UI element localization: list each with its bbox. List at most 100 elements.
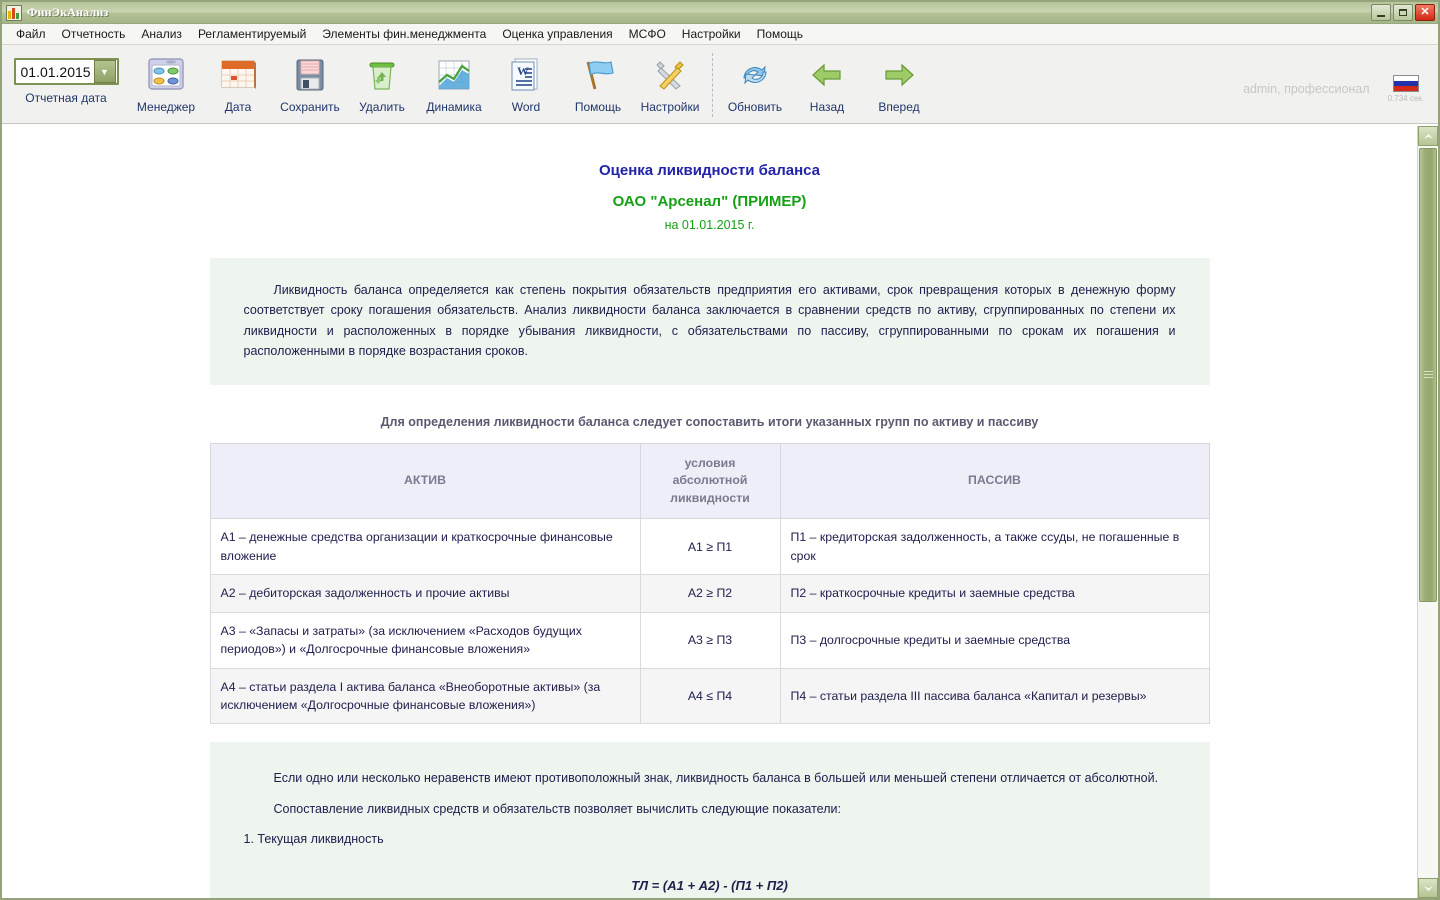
toolbar-label-help: Помощь bbox=[575, 100, 621, 114]
toolbar-button-refresh[interactable]: Обновить bbox=[719, 50, 791, 114]
toolbar-status-area: admin, профессионал 0.734 сек. bbox=[1243, 75, 1424, 103]
conclusion-box: Если одно или несколько неравенств имеют… bbox=[210, 742, 1210, 898]
tools-wrench-screwdriver-icon bbox=[650, 54, 690, 96]
note-paragraph-1: Если одно или несколько неравенств имеют… bbox=[244, 768, 1176, 788]
table-row: А4 – статьи раздела I актива баланса «Вн… bbox=[210, 668, 1209, 724]
toolbar-button-date[interactable]: Дата bbox=[202, 50, 274, 114]
page-title: Оценка ликвидности баланса bbox=[210, 162, 1210, 179]
cell-asset: А1 – денежные средства организации и кра… bbox=[210, 519, 640, 575]
minimize-icon bbox=[1377, 15, 1385, 17]
title-bar: ФинЭкАнализ ✕ bbox=[2, 2, 1438, 24]
toolbar-button-dynamics[interactable]: Динамика bbox=[418, 50, 490, 114]
table-header-row: АКТИВ условия абсолютной ликвидности ПАС… bbox=[210, 444, 1209, 519]
toolbar-button-save[interactable]: Сохранить bbox=[274, 50, 346, 114]
intro-box: Ликвидность баланса определяется как сте… bbox=[210, 258, 1210, 385]
formula-current-liquidity: ТЛ = (А1 + А2) - (П1 + П2) bbox=[244, 875, 1176, 896]
table-caption: Для определения ликвидности баланса след… bbox=[210, 415, 1210, 429]
scrollbar-grip-icon bbox=[1424, 369, 1433, 380]
app-logo-icon bbox=[6, 5, 22, 21]
language-selector[interactable]: 0.734 сек. bbox=[1388, 75, 1424, 103]
close-icon: ✕ bbox=[1420, 7, 1429, 18]
note-paragraph-2: Сопоставление ликвидных средств и обязат… bbox=[244, 799, 1176, 819]
svg-text:W: W bbox=[517, 64, 529, 78]
toolbar-button-back[interactable]: Назад bbox=[791, 50, 863, 114]
cell-condition: А1 ≥ П1 bbox=[640, 519, 780, 575]
menu-file[interactable]: Файл bbox=[8, 25, 54, 43]
application-window: ФинЭкАнализ ✕ Файл Отчетность Анализ Рег… bbox=[0, 0, 1440, 900]
toolbar-button-word[interactable]: W Word bbox=[490, 50, 562, 114]
toolbar-button-manager[interactable]: Менеджер bbox=[130, 50, 202, 114]
toolbar-button-delete[interactable]: Удалить bbox=[346, 50, 418, 114]
chart-dynamics-icon bbox=[434, 54, 474, 96]
menu-finmanagement[interactable]: Элементы фин.менеджмента bbox=[314, 25, 494, 43]
toolbar-label-settings: Настройки bbox=[641, 100, 700, 114]
header-asset: АКТИВ bbox=[210, 444, 640, 519]
toolbar-button-forward[interactable]: Вперед bbox=[863, 50, 935, 114]
menu-reporting[interactable]: Отчетность bbox=[54, 25, 134, 43]
scroll-down-button[interactable] bbox=[1418, 878, 1438, 898]
report-date-line: на 01.01.2015 г. bbox=[210, 218, 1210, 232]
toolbar-label-word: Word bbox=[512, 100, 540, 114]
report-page: Оценка ликвидности баланса ОАО "Арсенал"… bbox=[210, 126, 1210, 898]
minimize-button[interactable] bbox=[1371, 4, 1391, 21]
toolbar-label-dynamics: Динамика bbox=[426, 100, 481, 114]
russian-flag-icon bbox=[1393, 75, 1419, 92]
window-controls: ✕ bbox=[1371, 4, 1435, 21]
calendar-icon bbox=[218, 54, 258, 96]
floppy-save-icon bbox=[290, 54, 330, 96]
toolbar-button-help[interactable]: Помощь bbox=[562, 50, 634, 114]
menu-bar: Файл Отчетность Анализ Регламентируемый … bbox=[2, 24, 1438, 45]
header-condition-line-1: условия bbox=[649, 455, 772, 472]
company-name: ОАО "Арсенал" (ПРИМЕР) bbox=[210, 193, 1210, 210]
header-condition: условия абсолютной ликвидности bbox=[640, 444, 780, 519]
toolbar: ▼ Отчетная дата Менеджер bbox=[2, 45, 1438, 124]
cell-asset: А2 – дебиторская задолженность и прочие … bbox=[210, 575, 640, 612]
blue-flag-icon bbox=[578, 54, 618, 96]
maximize-icon bbox=[1399, 9, 1407, 16]
word-document-icon: W bbox=[506, 54, 546, 96]
maximize-button[interactable] bbox=[1393, 4, 1413, 21]
cell-liability: П4 – статьи раздела III пассива баланса … bbox=[780, 668, 1209, 724]
cell-asset: А4 – статьи раздела I актива баланса «Вн… bbox=[210, 668, 640, 724]
chevron-down-icon[interactable]: ▼ bbox=[94, 60, 116, 83]
scrollbar-track[interactable] bbox=[1418, 146, 1438, 878]
toolbar-label-forward: Вперед bbox=[878, 100, 919, 114]
close-button[interactable]: ✕ bbox=[1415, 4, 1435, 21]
cell-asset: А3 – «Запасы и затраты» (за исключением … bbox=[210, 612, 640, 668]
cell-liability: П3 – долгосрочные кредиты и заемные сред… bbox=[780, 612, 1209, 668]
menu-analysis[interactable]: Анализ bbox=[133, 25, 190, 43]
elapsed-time-label: 0.734 сек. bbox=[1388, 94, 1424, 103]
scrollbar-thumb[interactable] bbox=[1419, 148, 1437, 602]
current-user-label: admin, профессионал bbox=[1243, 82, 1369, 96]
toolbar-label-back: Назад bbox=[810, 100, 844, 114]
menu-regulated[interactable]: Регламентируемый bbox=[190, 25, 314, 43]
menu-ifrs[interactable]: МСФО bbox=[621, 25, 674, 43]
arrow-right-icon bbox=[879, 54, 919, 96]
vertical-scrollbar[interactable] bbox=[1417, 126, 1438, 898]
toolbar-label-save: Сохранить bbox=[280, 100, 340, 114]
scroll-up-button[interactable] bbox=[1418, 126, 1438, 146]
intro-paragraph: Ликвидность баланса определяется как сте… bbox=[244, 280, 1176, 361]
arrow-left-icon bbox=[807, 54, 847, 96]
window-title: ФинЭкАнализ bbox=[27, 5, 109, 20]
document-viewport: Оценка ликвидности баланса ОАО "Арсенал"… bbox=[2, 126, 1417, 898]
cell-liability: П1 – кредиторская задолженность, а также… bbox=[780, 519, 1209, 575]
cell-condition: А2 ≥ П2 bbox=[640, 575, 780, 612]
report-date-input[interactable] bbox=[16, 63, 94, 81]
toolbar-label-manager: Менеджер bbox=[137, 100, 195, 114]
toolbar-button-settings[interactable]: Настройки bbox=[634, 50, 706, 114]
toolbar-separator bbox=[712, 53, 713, 117]
report-date-combobox[interactable]: ▼ bbox=[14, 58, 119, 85]
menu-settings[interactable]: Настройки bbox=[674, 25, 749, 43]
menu-help[interactable]: Помощь bbox=[749, 25, 811, 43]
manager-icon bbox=[146, 54, 186, 96]
toolbar-label-delete: Удалить bbox=[359, 100, 405, 114]
header-condition-line-2: абсолютной bbox=[649, 472, 772, 489]
menu-management-assessment[interactable]: Оценка управления bbox=[494, 25, 620, 43]
table-row: А1 – денежные средства организации и кра… bbox=[210, 519, 1209, 575]
cell-liability: П2 – краткосрочные кредиты и заемные сре… bbox=[780, 575, 1209, 612]
header-condition-line-3: ликвидности bbox=[649, 490, 772, 507]
recycle-bin-icon bbox=[362, 54, 402, 96]
toolbar-label-refresh: Обновить bbox=[728, 100, 782, 114]
cell-condition: А3 ≥ П3 bbox=[640, 612, 780, 668]
